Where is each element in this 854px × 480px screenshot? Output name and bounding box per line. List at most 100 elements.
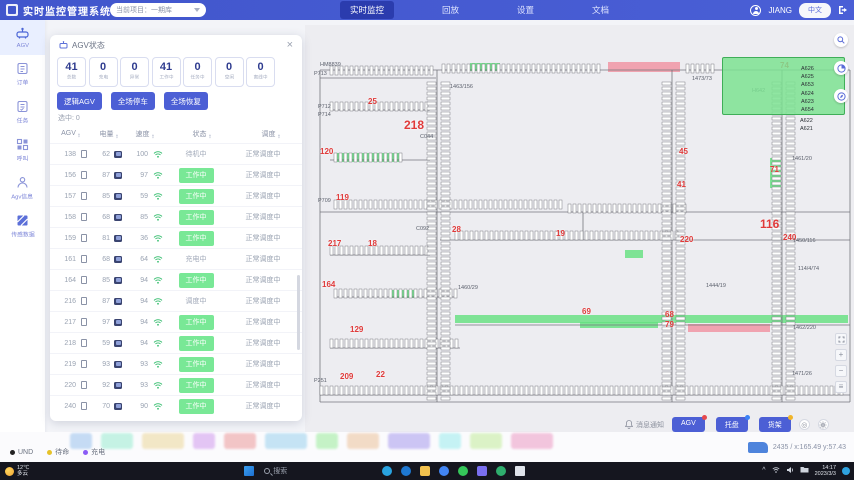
taskbar-clock[interactable]: 14:17 2023/3/3 [815, 465, 836, 477]
agv-marker-22[interactable]: 22 [376, 371, 385, 379]
sidebar-item-label: Agv信息 [12, 192, 34, 201]
sidebar-item-订单[interactable]: 订单 [0, 55, 45, 93]
button-全场停车[interactable]: 全场停车 [111, 92, 155, 110]
station-code-A621: A621 [800, 126, 813, 132]
sort-icon[interactable]: ▲▼ [115, 133, 118, 138]
map-settings-button[interactable] [818, 419, 829, 430]
agv-marker-119[interactable]: 119 [336, 194, 349, 202]
network-icon[interactable] [772, 466, 780, 476]
agv-marker-71[interactable]: 71 [770, 166, 779, 174]
table-row[interactable]: 2199393工作中正常调度中 [50, 353, 302, 374]
column-header-速度[interactable]: 速度▲▼ [126, 129, 164, 139]
volume-icon[interactable] [786, 466, 794, 477]
agv-marker-116[interactable]: 116 [760, 218, 779, 230]
agv-marker-19[interactable]: 19 [556, 230, 565, 238]
tray-expand-icon[interactable]: ^ [762, 467, 765, 475]
agv-marker-209[interactable]: 209 [340, 373, 353, 381]
table-row[interactable]: 1616864充电中正常调度中 [50, 248, 302, 269]
fullscreen-icon[interactable] [835, 333, 847, 345]
agv-marker-164[interactable]: 164 [322, 281, 335, 289]
green-app-icon[interactable] [458, 466, 468, 476]
nav-item-文档[interactable]: 文档 [582, 1, 619, 19]
notification-group[interactable]: 消息通知 [625, 420, 664, 430]
column-header-调度[interactable]: 调度▲▼ [240, 129, 302, 139]
locate-button[interactable]: ◎ [799, 419, 810, 430]
nav-item-回放[interactable]: 回放 [432, 1, 469, 19]
weather-widget[interactable]: 12℃ 多云 [5, 465, 29, 477]
sort-icon[interactable]: ▲▼ [151, 133, 154, 138]
pill-app-icon[interactable] [496, 466, 506, 476]
start-button[interactable] [244, 466, 254, 476]
button-逻辑AGV[interactable]: 逻辑AGV [57, 92, 102, 110]
nav-item-设置[interactable]: 设置 [507, 1, 544, 19]
purple-app-icon[interactable] [477, 466, 487, 476]
telegram-icon[interactable] [382, 466, 392, 476]
column-header-状态[interactable]: 状态▲▼ [164, 129, 240, 139]
status-cell: 调度中 [168, 296, 224, 306]
sort-icon[interactable]: ▲▼ [77, 132, 80, 137]
ie-icon[interactable] [401, 466, 411, 476]
agv-marker-69[interactable]: 69 [582, 308, 591, 316]
stat-value: 0 [216, 61, 243, 73]
agv-marker-217[interactable]: 217 [328, 240, 341, 248]
watermark-blob [439, 433, 461, 449]
notepad-icon[interactable] [515, 466, 525, 476]
map-compass-icon[interactable] [834, 89, 848, 103]
zoom-in-icon[interactable]: + [835, 349, 847, 361]
table-row[interactable]: 1578559工作中正常调度中 [50, 185, 302, 206]
table-row[interactable]: 1648594工作中正常调度中 [50, 269, 302, 290]
show-desktop-button[interactable] [842, 467, 850, 475]
agv-marker-28[interactable]: 28 [452, 226, 461, 234]
sidebar-item-Agv信息[interactable]: Agv信息 [0, 169, 45, 207]
close-icon[interactable]: × [287, 40, 293, 51]
agv-marker-45[interactable]: 45 [679, 148, 688, 156]
table-row[interactable]: 13862100待机中正常调度中 [50, 143, 302, 164]
agv-marker-129[interactable]: 129 [350, 326, 363, 334]
layer-chip-货架[interactable]: 货架 [759, 417, 791, 432]
logout-icon[interactable] [838, 5, 848, 15]
map-canvas[interactable]: 25 218 120 119 217 18 28 19 164 129 209 22 69 68 79 220… [305, 25, 854, 432]
agv-marker-79[interactable]: 79 [665, 321, 674, 329]
sidebar-item-呼叫[interactable]: 呼叫 [0, 131, 45, 169]
sidebar-item-AGV[interactable]: AGV [0, 20, 45, 55]
nav-item-实时监控[interactable]: 实时监控 [340, 1, 394, 19]
table-row[interactable]: 2179794工作中正常调度中 [50, 311, 302, 332]
table-row[interactable]: 2407090工作中正常调度中 [50, 395, 302, 416]
column-header-电量[interactable]: 电量▲▼ [92, 129, 126, 139]
taskbar-search[interactable]: 搜索 [264, 466, 287, 476]
agv-marker-18[interactable]: 18 [368, 240, 377, 248]
table-row[interactable]: 2168794调度中正常调度中 [50, 290, 302, 311]
table-scrollbar[interactable] [297, 275, 300, 350]
bell-icon [625, 420, 633, 429]
sidebar-item-传感数据[interactable]: 传感数据 [0, 207, 45, 245]
agv-marker-120[interactable]: 120 [320, 148, 333, 156]
sort-icon[interactable]: ▲▼ [277, 133, 280, 138]
table-row[interactable]: 2209293工作中正常调度中 [50, 374, 302, 395]
layer-chip-托盘[interactable]: 托盘 [716, 417, 748, 432]
agv-marker-218[interactable]: 218 [404, 119, 424, 131]
table-row[interactable]: 2185994工作中正常调度中 [50, 332, 302, 353]
project-select[interactable]: 当前项目：一期库 [110, 3, 206, 17]
agv-marker-25[interactable]: 25 [368, 98, 377, 106]
agv-marker-68[interactable]: 68 [665, 311, 674, 319]
layers-icon[interactable]: ≡ [835, 381, 847, 393]
agv-marker-41[interactable]: 41 [677, 181, 686, 189]
sort-icon[interactable]: ▲▼ [208, 133, 211, 138]
stat-value: 41 [153, 61, 180, 73]
table-row[interactable]: 1598136工作中正常调度中 [50, 227, 302, 248]
folder-tray-icon[interactable] [800, 466, 809, 476]
map-stats-icon[interactable] [834, 61, 848, 75]
layer-chip-AGV[interactable]: AGV [672, 417, 705, 432]
language-button[interactable]: 中文 [799, 3, 831, 18]
table-row[interactable]: 1568797工作中正常调度中 [50, 164, 302, 185]
sidebar-item-任务[interactable]: 任务 [0, 93, 45, 131]
folder-icon[interactable] [420, 466, 430, 476]
agv-marker-220[interactable]: 220 [680, 236, 693, 244]
column-header-AGV[interactable]: AGV▲▼ [50, 130, 92, 138]
zoom-out-icon[interactable]: − [835, 365, 847, 377]
chrome-icon[interactable] [439, 466, 449, 476]
table-row[interactable]: 1586885工作中正常调度中 [50, 206, 302, 227]
map-search-icon[interactable] [834, 33, 848, 47]
button-全场恢复[interactable]: 全场恢复 [164, 92, 208, 110]
status-legend: UND待命充电 [10, 447, 105, 457]
